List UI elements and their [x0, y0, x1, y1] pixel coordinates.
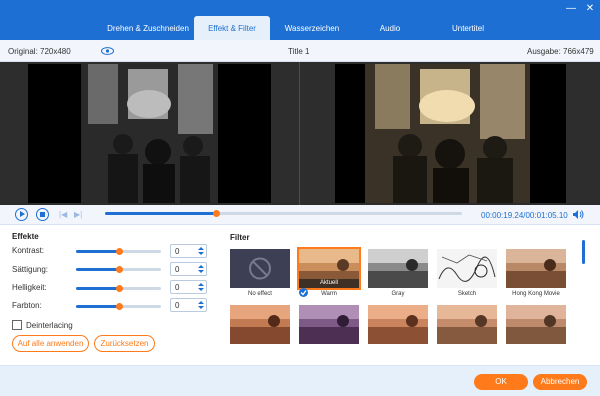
hue-slider[interactable] [76, 303, 161, 310]
tab-rotate-crop[interactable]: Drehen & Zuschneiden [104, 16, 192, 40]
stop-icon[interactable] [36, 208, 49, 221]
filter-hong-kong-movie[interactable] [506, 249, 566, 288]
tab-watermark[interactable]: Wasserzeichen [280, 16, 344, 40]
filter-label: No effect [248, 291, 272, 297]
decrease-icon[interactable] [198, 252, 204, 255]
tab-audio[interactable]: Audio [370, 16, 410, 40]
brightness-label: Helligkeit: [12, 283, 47, 292]
original-preview [28, 64, 271, 203]
tab-bar: Drehen & Zuschneiden Effekt & Filter Was… [0, 16, 600, 40]
hue-label: Farbton: [12, 301, 42, 310]
contrast-fill [76, 250, 119, 253]
skip-back-icon[interactable]: |◀ [59, 210, 68, 219]
current-badge: Aktuell [299, 279, 359, 288]
filter-item[interactable] [299, 305, 359, 344]
tab-effect-filter[interactable]: Effekt & Filter [194, 16, 270, 40]
ok-button[interactable]: OK [474, 374, 528, 390]
hue-value: 0 [175, 301, 180, 310]
filter-item[interactable] [506, 305, 566, 344]
saturation-handle[interactable] [115, 266, 123, 273]
playback-bar: |◀ ▶| 00:00:19.24/00:01:05.10 [0, 205, 600, 225]
filter-item[interactable] [230, 305, 290, 344]
saturation-label: Sättigung: [12, 265, 49, 274]
output-preview [335, 64, 566, 203]
filter-no-effect[interactable] [230, 249, 290, 288]
filter-label: Hong Kong Movie [512, 291, 560, 297]
filter-title: Filter [230, 233, 250, 242]
filter-gray[interactable] [368, 249, 428, 288]
contrast-input[interactable]: 0 [170, 244, 207, 258]
saturation-value: 0 [175, 265, 180, 274]
filter-item[interactable] [368, 305, 428, 344]
filter-scrollbar[interactable] [582, 240, 585, 264]
contrast-value: 0 [175, 247, 180, 256]
filter-label: Gray [391, 291, 405, 297]
increase-icon[interactable] [198, 283, 204, 286]
preview-divider [299, 62, 300, 205]
reset-button[interactable]: Zurücksetzen [94, 335, 155, 352]
brightness-slider[interactable] [76, 285, 161, 292]
filter-warm[interactable]: Aktuell [297, 247, 361, 290]
close-icon[interactable]: ✕ [585, 4, 595, 14]
title-bar: — ✕ Drehen & Zuschneiden Effekt & Filter… [0, 0, 600, 40]
tab-subtitle[interactable]: Untertitel [438, 16, 498, 40]
skip-forward-icon[interactable]: ▶| [74, 210, 83, 219]
info-bar: Original: 720x480 Title 1 Ausgabe: 766x4… [0, 40, 600, 62]
playback-time: 00:00:19.24/00:01:05.10 [481, 211, 568, 220]
timeline-slider[interactable] [105, 210, 462, 217]
decrease-icon[interactable] [198, 288, 204, 291]
contrast-slider[interactable] [76, 248, 161, 255]
saturation-input[interactable]: 0 [170, 262, 207, 276]
effects-title: Effekte [12, 232, 39, 241]
saturation-fill [76, 268, 119, 271]
original-resolution: Original: 720x480 [8, 47, 71, 56]
video-title: Title 1 [288, 47, 310, 56]
hue-input[interactable]: 0 [170, 298, 207, 312]
video-preview-area [0, 62, 600, 205]
filter-label: Sketch [457, 291, 477, 297]
brightness-fill [76, 287, 119, 290]
filter-item[interactable] [437, 305, 497, 344]
saturation-slider[interactable] [76, 266, 161, 273]
brightness-value: 0 [175, 283, 180, 292]
brightness-handle[interactable] [115, 285, 123, 292]
deinterlacing-label: Deinterlacing [26, 321, 73, 330]
apply-to-all-button[interactable]: Auf alle anwenden [12, 335, 89, 352]
increase-icon[interactable] [198, 265, 204, 268]
brightness-input[interactable]: 0 [170, 280, 207, 294]
contrast-handle[interactable] [115, 248, 123, 255]
volume-icon[interactable] [572, 209, 584, 220]
timeline-progress [105, 212, 216, 215]
increase-icon[interactable] [198, 247, 204, 250]
decrease-icon[interactable] [198, 270, 204, 273]
hue-fill [76, 305, 119, 308]
output-resolution: Ausgabe: 766x479 [527, 47, 594, 56]
filter-label: Warm [321, 291, 337, 297]
minimize-icon[interactable]: — [566, 4, 576, 14]
eye-icon[interactable] [101, 47, 114, 55]
increase-icon[interactable] [198, 301, 204, 304]
cancel-button[interactable]: Abbrechen [533, 374, 587, 390]
deinterlacing-checkbox[interactable] [12, 320, 22, 330]
play-icon[interactable] [15, 208, 28, 221]
decrease-icon[interactable] [198, 306, 204, 309]
contrast-label: Kontrast: [12, 246, 45, 255]
dialog-footer: OK Abbrechen [0, 365, 600, 396]
filter-sketch[interactable] [437, 249, 497, 288]
hue-handle[interactable] [115, 303, 123, 310]
timeline-handle[interactable] [212, 210, 220, 217]
